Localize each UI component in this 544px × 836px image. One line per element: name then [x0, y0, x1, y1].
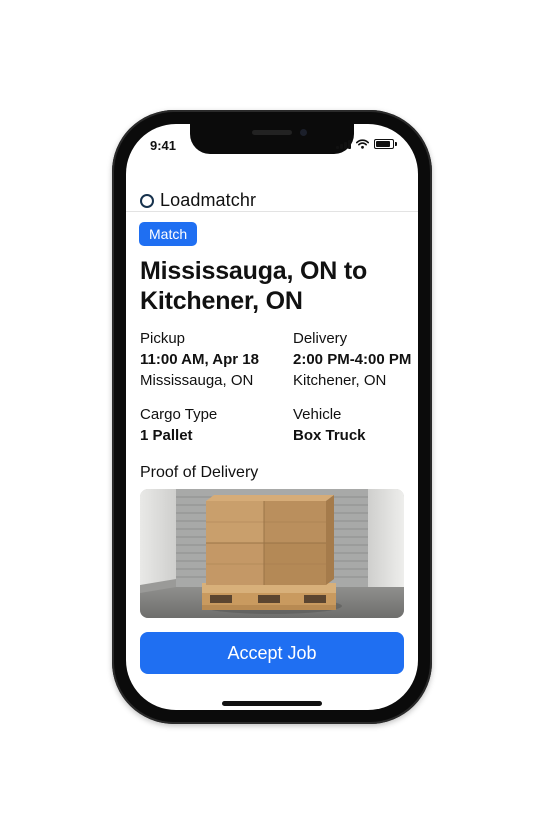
status-time: 9:41	[150, 138, 177, 153]
proof-of-delivery-photo[interactable]	[140, 489, 404, 618]
notch	[190, 124, 354, 154]
home-indicator[interactable]	[222, 701, 322, 706]
phone-screen: 9:41 Loadmatchr Match Mississauga, ON to…	[126, 124, 418, 710]
logo-icon	[140, 194, 154, 208]
cargo-info: Cargo Type 1 Pallet	[140, 404, 217, 446]
camera-icon	[300, 129, 307, 136]
vehicle-label: Vehicle	[293, 406, 342, 423]
status-icons	[336, 139, 397, 149]
phone-frame: 9:41 Loadmatchr Match Mississauga, ON to…	[112, 110, 432, 724]
accept-job-button[interactable]: Accept Job	[140, 632, 404, 674]
match-badge: Match	[139, 222, 198, 246]
vehicle-info: Vehicle Box Truck	[293, 404, 366, 446]
delivery-info: Delivery 2:00 PM-4:00 PM Kitchener, ON	[293, 328, 411, 391]
pickup-info: Pickup 11:00 AM, Apr 18 Mississauga, ON	[140, 328, 259, 391]
cargo-value: 1 Pallet	[140, 427, 193, 444]
pickup-time: 11:00 AM, Apr 18	[140, 351, 259, 368]
pallet-photo-illustration	[140, 489, 404, 618]
delivery-label: Delivery	[293, 330, 348, 347]
pickup-location: Mississauga, ON	[140, 372, 254, 389]
pickup-label: Pickup	[140, 330, 186, 347]
delivery-location: Kitchener, ON	[293, 372, 387, 389]
vehicle-value: Box Truck	[293, 427, 366, 444]
wifi-icon	[356, 139, 369, 149]
app-title: Loadmatchr	[160, 190, 257, 210]
cellular-signal-icon	[336, 139, 351, 149]
proof-of-delivery-label: Proof of Delivery	[140, 464, 259, 481]
app-header: Loadmatchr	[126, 178, 418, 212]
speaker	[252, 130, 292, 135]
route-title: Mississauga, ON to Kitchener, ON	[140, 257, 368, 315]
delivery-time: 2:00 PM-4:00 PM	[293, 351, 412, 368]
cargo-label: Cargo Type	[140, 406, 218, 423]
battery-icon	[374, 139, 397, 149]
